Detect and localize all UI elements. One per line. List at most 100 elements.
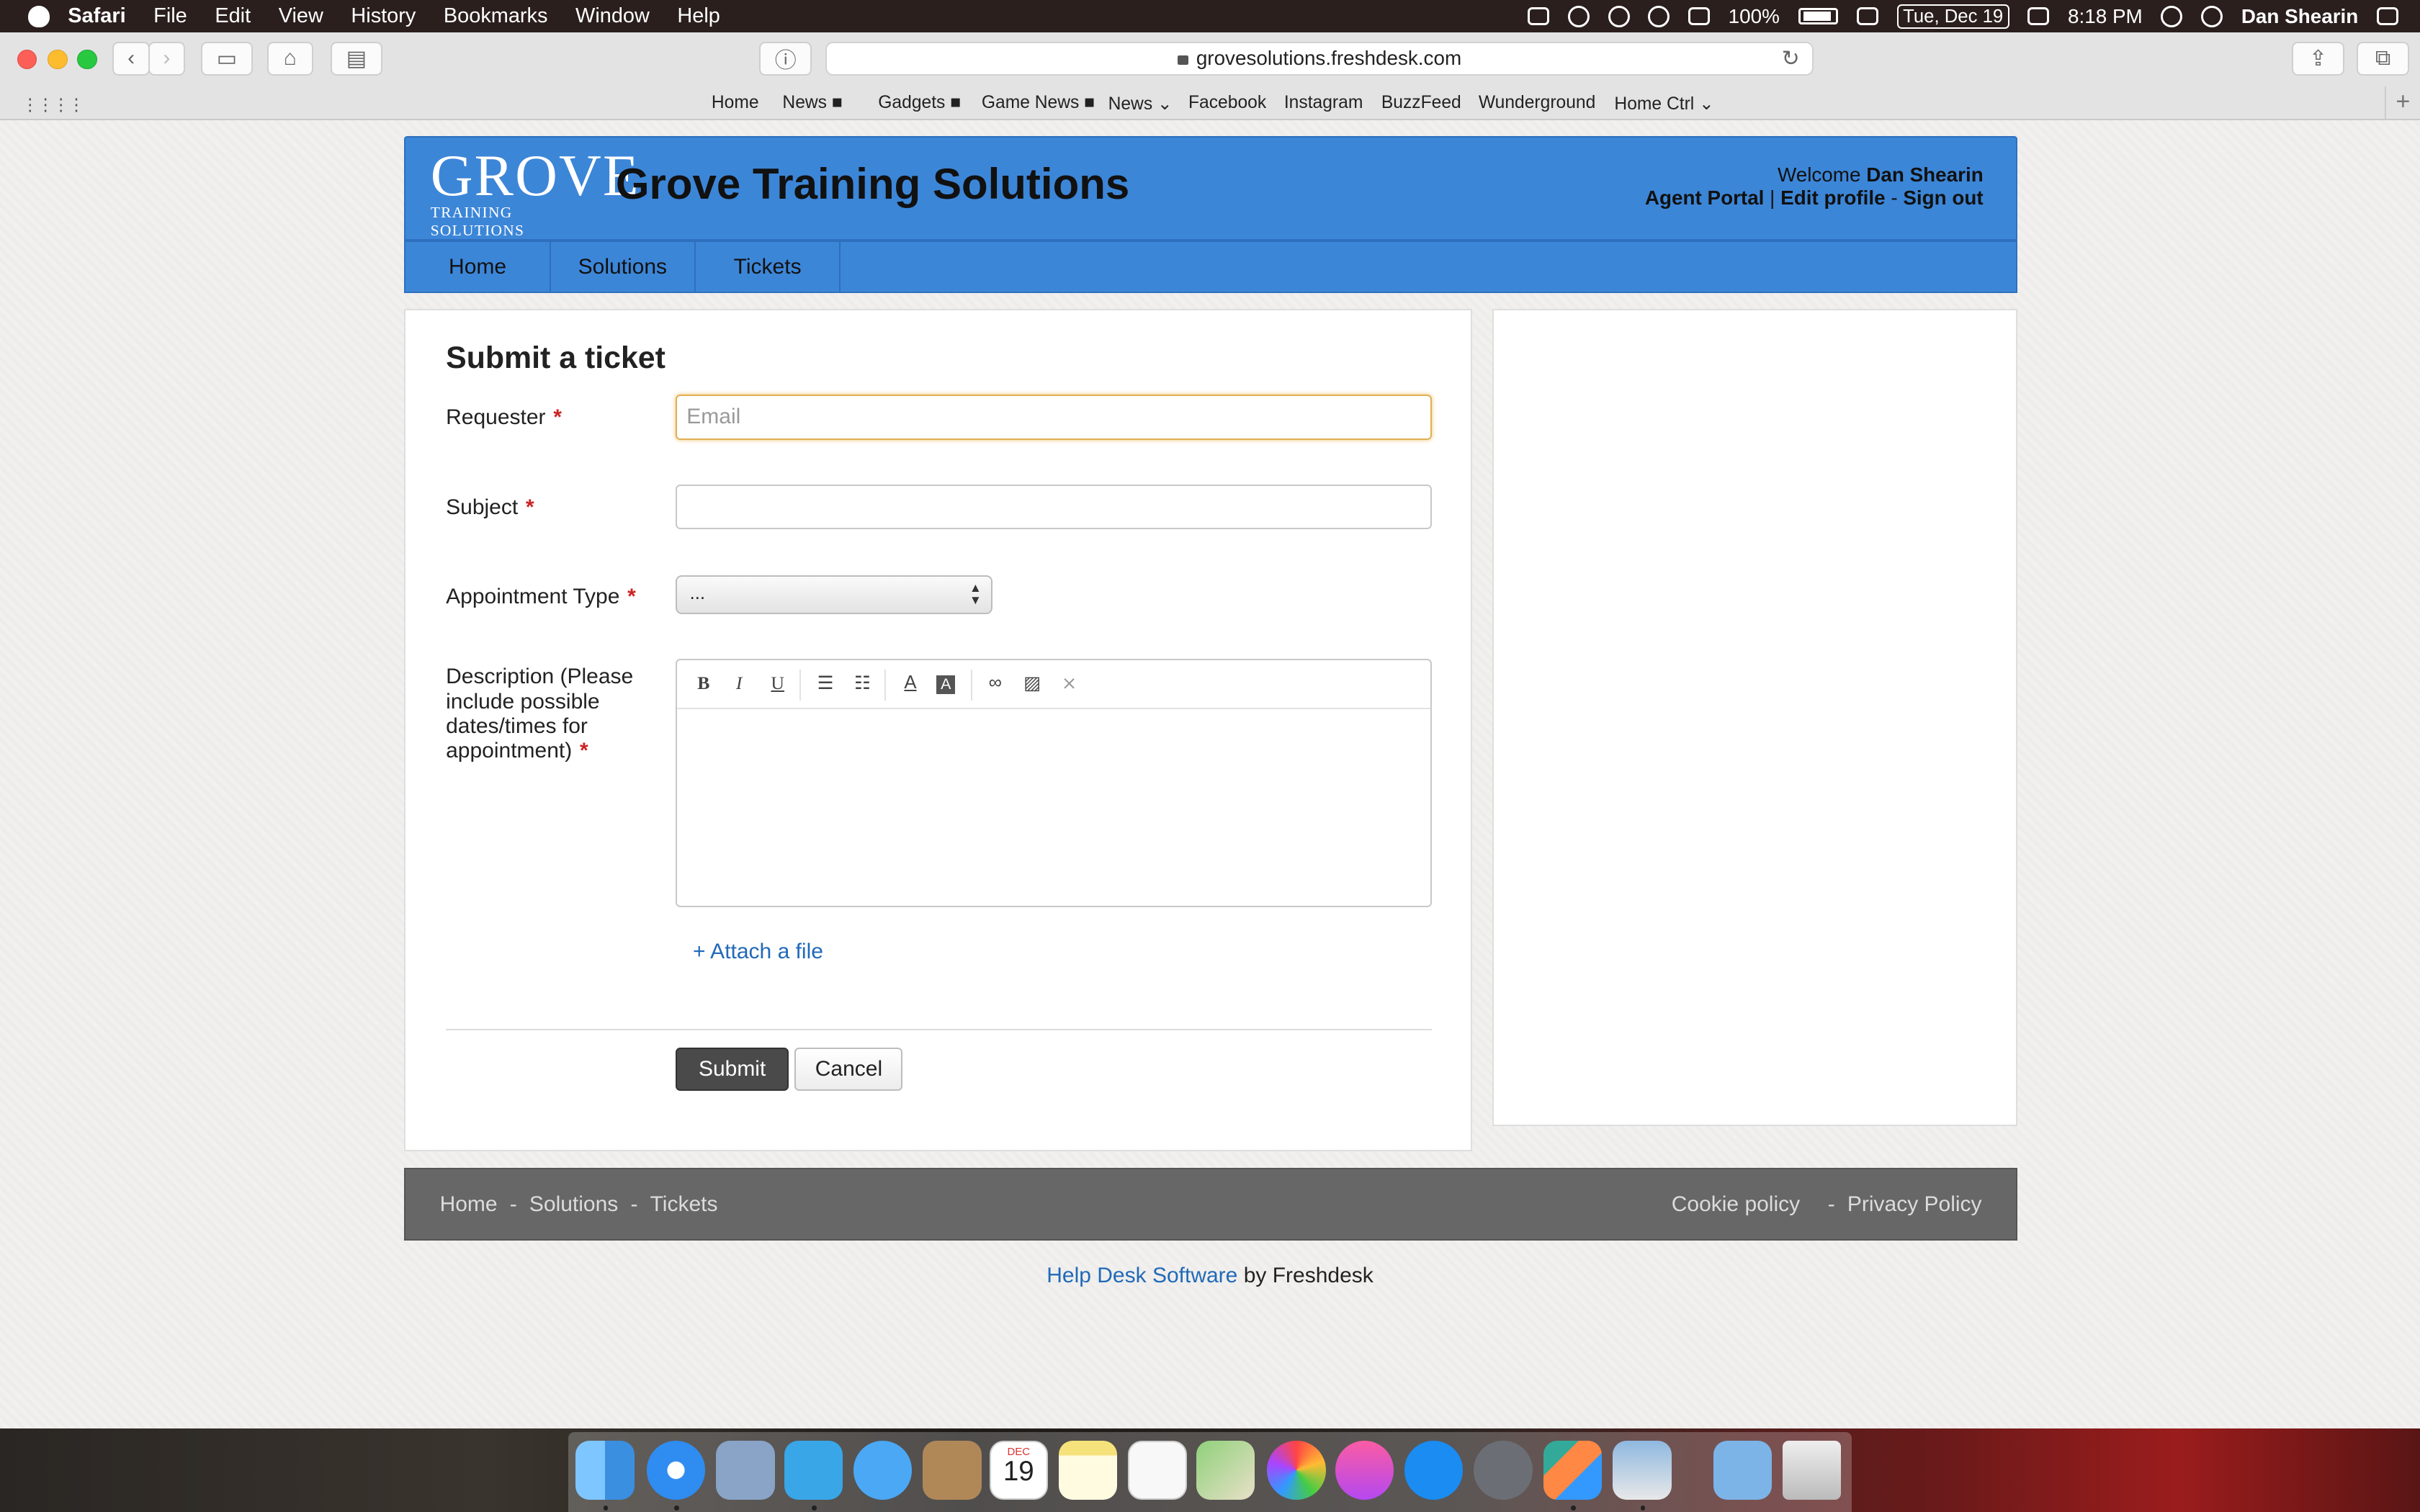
bookmark-instagram[interactable]: Instagram bbox=[1284, 93, 1363, 113]
trash-icon[interactable] bbox=[1782, 1441, 1842, 1500]
menu-edit[interactable]: Edit bbox=[215, 4, 251, 28]
tab-home[interactable]: Home bbox=[405, 242, 551, 292]
reminders-icon[interactable] bbox=[1128, 1441, 1187, 1500]
menubar-date[interactable]: Tue, Dec 19 bbox=[1896, 4, 2009, 29]
footer-tickets-link[interactable]: Tickets bbox=[650, 1192, 718, 1216]
siri-icon[interactable] bbox=[2161, 5, 2183, 27]
sidebar-toggle-icon[interactable]: ▭ bbox=[200, 41, 254, 76]
requester-email-input[interactable] bbox=[676, 395, 1433, 440]
screen-sharing-icon[interactable] bbox=[1543, 1441, 1603, 1500]
footer-solutions-link[interactable]: Solutions bbox=[529, 1192, 618, 1216]
tab-solutions[interactable]: Solutions bbox=[551, 242, 696, 292]
wifi-icon[interactable] bbox=[1688, 6, 1710, 26]
itunes-icon[interactable] bbox=[1335, 1441, 1394, 1500]
close-window-button[interactable] bbox=[17, 49, 37, 70]
app-store-icon[interactable] bbox=[1404, 1441, 1464, 1500]
web-page: GROVE TRAINING SOLUTIONS Grove Training … bbox=[0, 120, 2420, 1429]
menubar-clock[interactable]: 8:18 PM bbox=[2068, 5, 2143, 28]
calendar-icon[interactable]: DEC 19 bbox=[989, 1441, 1048, 1500]
bookmark-game-news[interactable]: Game News ■ bbox=[982, 93, 1095, 113]
bookmark-news[interactable]: News ■ bbox=[782, 93, 842, 113]
description-editor[interactable]: B I U ☰ ☷ A A ∞ ▨ ⨯ bbox=[676, 658, 1433, 907]
page-title: Submit a ticket bbox=[446, 341, 666, 376]
contacts-icon[interactable] bbox=[923, 1441, 982, 1500]
reload-icon[interactable]: ↻ bbox=[1782, 46, 1800, 71]
italic-icon[interactable]: I bbox=[727, 672, 751, 694]
privacy-policy-link[interactable]: Privacy Policy bbox=[1847, 1192, 1982, 1216]
agent-portal-link[interactable]: Agent Portal bbox=[1645, 186, 1765, 209]
notes-icon[interactable] bbox=[1058, 1441, 1118, 1500]
back-button[interactable]: ‹ bbox=[112, 41, 150, 76]
bookmark-wunderground[interactable]: Wunderground bbox=[1479, 93, 1595, 113]
address-bar[interactable]: grovesolutions.freshdesk.com ↻ bbox=[825, 41, 1814, 76]
notification-center-icon[interactable] bbox=[2377, 6, 2398, 26]
bookmark-buzzfeed[interactable]: BuzzFeed bbox=[1381, 93, 1461, 113]
spotlight-search-icon[interactable] bbox=[2201, 5, 2223, 27]
bookmark-gadgets[interactable]: Gadgets ■ bbox=[878, 93, 961, 113]
top-sites-grid-icon[interactable]: ⋮⋮⋮⋮ bbox=[22, 94, 85, 114]
minimize-window-button[interactable] bbox=[48, 49, 68, 70]
airplay-icon[interactable] bbox=[1857, 6, 1878, 26]
tabs-overview-icon[interactable]: ⧉ bbox=[2357, 41, 2409, 76]
menu-history[interactable]: History bbox=[351, 4, 416, 28]
cancel-button[interactable]: Cancel bbox=[794, 1047, 903, 1091]
tweetbot-icon[interactable] bbox=[784, 1441, 843, 1500]
attach-file-link[interactable]: + Attach a file bbox=[693, 940, 823, 964]
menu-app-name[interactable]: Safari bbox=[68, 4, 125, 28]
link-icon[interactable]: ∞ bbox=[983, 672, 1008, 693]
tab-tickets[interactable]: Tickets bbox=[696, 242, 841, 292]
photos-icon[interactable] bbox=[1267, 1441, 1326, 1500]
shield-icon[interactable] bbox=[1528, 6, 1550, 26]
subject-input[interactable] bbox=[676, 484, 1433, 529]
bold-icon[interactable]: B bbox=[691, 672, 716, 694]
help-desk-software-link[interactable]: Help Desk Software bbox=[1047, 1264, 1237, 1287]
bookmark-facebook[interactable]: Facebook bbox=[1188, 93, 1266, 113]
messages-icon[interactable] bbox=[853, 1441, 913, 1500]
footer-home-link[interactable]: Home bbox=[440, 1192, 498, 1216]
finder-icon[interactable] bbox=[575, 1441, 635, 1500]
appointment-type-select[interactable]: ... ▲ ▼ bbox=[676, 575, 992, 614]
preview-icon[interactable] bbox=[1613, 1441, 1672, 1500]
sign-out-link[interactable]: Sign out bbox=[1903, 186, 1983, 209]
forward-button[interactable]: › bbox=[148, 41, 186, 76]
bookmark-home-ctrl[interactable]: Home Ctrl ⌄ bbox=[1614, 93, 1713, 114]
edit-profile-link[interactable]: Edit profile bbox=[1780, 186, 1885, 209]
menu-file[interactable]: File bbox=[153, 4, 187, 28]
bulleted-list-icon[interactable]: ☰ bbox=[813, 672, 838, 694]
grove-logo[interactable]: GROVE TRAINING SOLUTIONS bbox=[431, 146, 639, 238]
image-icon[interactable]: ▨ bbox=[1020, 672, 1044, 694]
safari-icon[interactable] bbox=[646, 1441, 706, 1500]
gauge-icon[interactable] bbox=[1608, 5, 1630, 27]
numbered-list-icon[interactable]: ☷ bbox=[850, 672, 874, 694]
bookmark-home[interactable]: Home bbox=[712, 93, 759, 113]
underline-icon[interactable]: U bbox=[766, 672, 790, 694]
bookmark-news-folder[interactable]: News ⌄ bbox=[1108, 93, 1173, 114]
home-icon[interactable]: ⌂ bbox=[266, 41, 313, 76]
battery-icon[interactable] bbox=[1798, 7, 1839, 25]
new-tab-plus-icon[interactable]: + bbox=[2384, 86, 2420, 119]
onepassword-icon[interactable] bbox=[1567, 5, 1590, 27]
menu-bookmarks[interactable]: Bookmarks bbox=[444, 4, 548, 28]
pipe-separator: | bbox=[1770, 186, 1775, 210]
calendar-menu-icon[interactable] bbox=[2027, 6, 2050, 26]
sidebar-panel bbox=[1492, 308, 2017, 1127]
print-icon[interactable]: ▤ bbox=[330, 41, 383, 76]
system-preferences-icon[interactable] bbox=[1474, 1441, 1533, 1500]
maps-icon[interactable] bbox=[1196, 1441, 1255, 1500]
password-icon[interactable]: ⓘ bbox=[759, 41, 812, 76]
downloads-folder-icon[interactable] bbox=[1713, 1441, 1772, 1500]
background-color-icon[interactable]: A bbox=[936, 675, 956, 694]
menu-help[interactable]: Help bbox=[677, 4, 720, 28]
menubar-user[interactable]: Dan Shearin bbox=[2241, 5, 2358, 28]
share-icon[interactable]: ⇪ bbox=[2292, 41, 2344, 76]
fullscreen-window-button[interactable] bbox=[77, 49, 97, 70]
bluetooth-icon[interactable] bbox=[1648, 5, 1670, 27]
menu-window[interactable]: Window bbox=[575, 4, 650, 28]
submit-button[interactable]: Submit bbox=[676, 1047, 789, 1091]
font-color-icon[interactable]: A bbox=[898, 672, 923, 693]
mail-icon[interactable] bbox=[716, 1441, 775, 1500]
apple-menu-icon[interactable] bbox=[27, 5, 50, 27]
menu-view[interactable]: View bbox=[279, 4, 323, 28]
remove-format-icon[interactable]: ⨯ bbox=[1057, 672, 1082, 694]
cookie-policy-link[interactable]: Cookie policy bbox=[1672, 1192, 1800, 1216]
